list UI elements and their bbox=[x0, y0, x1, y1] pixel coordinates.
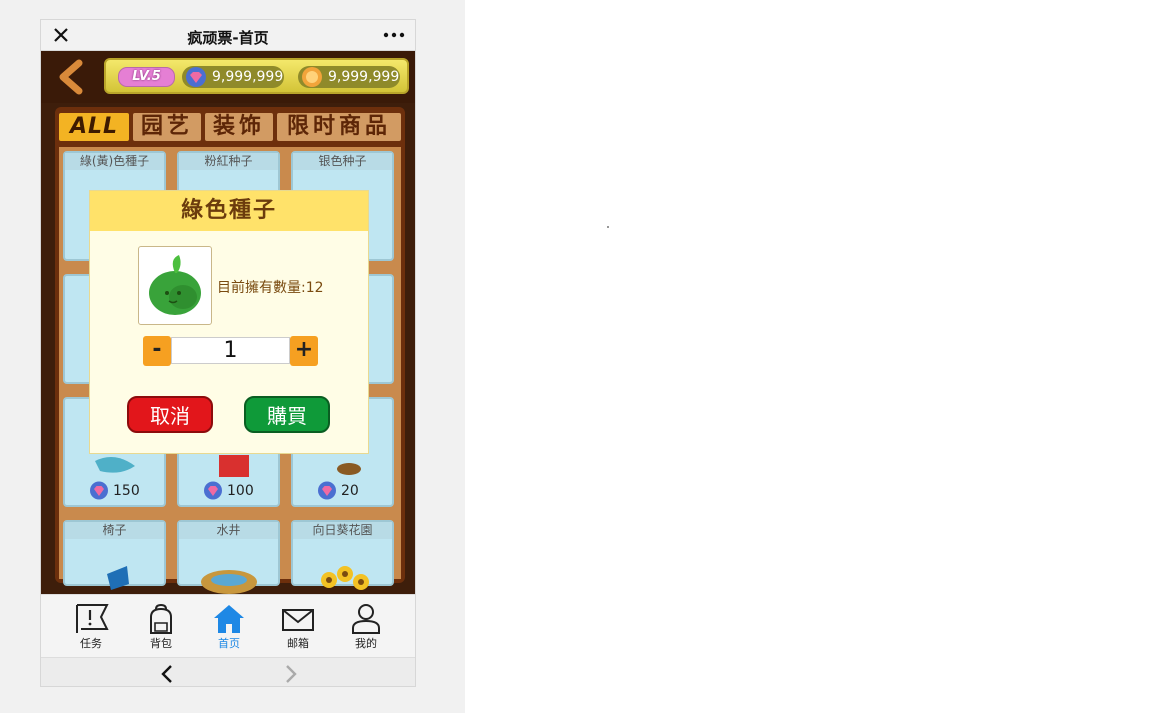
dialog-title: 綠色種子 bbox=[90, 191, 368, 231]
purchase-dialog: 綠色種子 目前擁有數量:12 - 1 + 取消 購買 bbox=[89, 190, 369, 454]
decrease-button[interactable]: - bbox=[143, 336, 171, 366]
quantity-stepper: - 1 + bbox=[143, 336, 318, 366]
cancel-button[interactable]: 取消 bbox=[127, 396, 213, 433]
increase-button[interactable]: + bbox=[290, 336, 318, 366]
nav-label: 背包 bbox=[150, 637, 172, 650]
phone-frame: 疯顽票-首页 LV.5 9,999,999 9,999,999 ALL 园艺 装… bbox=[40, 19, 416, 687]
coins-counter: 9,999,999 bbox=[298, 66, 400, 88]
window-title: 疯顽票-首页 bbox=[187, 29, 269, 47]
level-badge: LV.5 bbox=[118, 67, 175, 87]
diamond-icon bbox=[204, 481, 222, 500]
item-name: 向日葵花園 bbox=[293, 522, 392, 539]
title-bar: 疯顽票-首页 bbox=[41, 20, 415, 51]
nav-item-profile[interactable]: 我的 bbox=[336, 603, 396, 655]
shop-item[interactable]: 水井 bbox=[177, 520, 280, 594]
item-price: 150 bbox=[90, 481, 140, 500]
coin-icon bbox=[302, 67, 322, 87]
backpack-icon bbox=[150, 603, 172, 634]
tab-limited[interactable]: 限时商品 bbox=[277, 113, 401, 141]
shop-item[interactable]: 椅子 bbox=[63, 520, 166, 590]
status-plate: LV.5 9,999,999 9,999,999 bbox=[104, 58, 409, 94]
flag-icon bbox=[76, 604, 109, 633]
sunflower-icon bbox=[321, 566, 369, 590]
nav-item-backpack[interactable]: 背包 bbox=[131, 603, 191, 655]
gems-value: 9,999,999 bbox=[212, 69, 284, 85]
back-arrow-icon[interactable] bbox=[55, 59, 89, 95]
nav-item-tasks[interactable]: 任务 bbox=[61, 603, 121, 655]
seed-preview bbox=[138, 246, 212, 325]
stray-dot bbox=[607, 226, 609, 228]
buy-button[interactable]: 購買 bbox=[244, 396, 330, 433]
item-name: 椅子 bbox=[65, 522, 164, 539]
game-top-bar: LV.5 9,999,999 9,999,999 bbox=[41, 51, 415, 103]
home-icon bbox=[214, 605, 244, 633]
tab-all[interactable]: ALL bbox=[59, 113, 129, 141]
item-name: 粉紅种子 bbox=[179, 153, 278, 170]
item-name: 綠(黃)色種子 bbox=[65, 153, 164, 170]
chair-icon bbox=[107, 566, 129, 590]
chevron-left-icon[interactable] bbox=[157, 663, 177, 685]
nav-label: 我的 bbox=[355, 637, 377, 650]
green-seed-icon bbox=[149, 255, 201, 315]
nav-label: 首页 bbox=[218, 637, 240, 650]
game-area: LV.5 9,999,999 9,999,999 ALL 园艺 装饰 限时商品 … bbox=[41, 51, 415, 594]
owned-count: 目前擁有數量:12 bbox=[217, 280, 324, 296]
gems-counter: 9,999,999 bbox=[182, 66, 284, 88]
user-icon bbox=[352, 604, 380, 634]
tab-decoration[interactable]: 装饰 bbox=[205, 113, 273, 141]
item-name: 银色种子 bbox=[293, 153, 392, 170]
nav-label: 任务 bbox=[80, 637, 102, 650]
browser-nav-bar bbox=[41, 657, 415, 686]
coins-value: 9,999,999 bbox=[328, 69, 400, 85]
diamond-icon bbox=[186, 67, 206, 87]
nav-item-mailbox[interactable]: 邮箱 bbox=[268, 603, 328, 655]
item-price: 100 bbox=[204, 481, 254, 500]
tab-gardening[interactable]: 园艺 bbox=[133, 113, 201, 141]
diamond-icon bbox=[90, 481, 108, 500]
bottom-nav: 任务 背包 首页 邮箱 我的 bbox=[41, 594, 415, 657]
shop-item[interactable]: 向日葵花園 bbox=[291, 520, 394, 590]
diamond-icon bbox=[318, 481, 336, 500]
item-name: 水井 bbox=[179, 522, 278, 539]
quantity-field[interactable]: 1 bbox=[171, 337, 290, 364]
more-icon[interactable] bbox=[383, 26, 405, 44]
nav-label: 邮箱 bbox=[287, 637, 309, 650]
well-icon bbox=[201, 570, 257, 594]
mail-icon bbox=[282, 609, 314, 631]
chevron-right-icon[interactable] bbox=[281, 663, 301, 685]
nav-item-home[interactable]: 首页 bbox=[199, 603, 259, 655]
item-price: 20 bbox=[318, 481, 359, 500]
